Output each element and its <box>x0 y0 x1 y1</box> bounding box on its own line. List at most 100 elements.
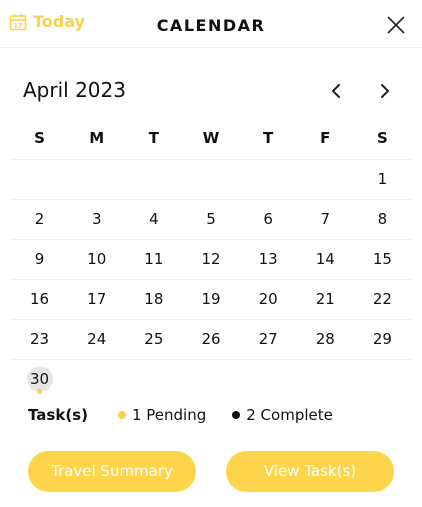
weekday-sat: S <box>377 129 388 147</box>
day-number: 15 <box>372 250 392 268</box>
calendar-day-12[interactable]: 12 <box>182 240 239 279</box>
calendar-day-10[interactable]: 10 <box>68 240 125 279</box>
close-button[interactable] <box>386 15 406 35</box>
calendar-day-1[interactable]: 1 <box>354 160 411 199</box>
task-legend: Task(s) 1 Pending 2 Complete <box>28 404 408 426</box>
day-number: 21 <box>315 290 335 308</box>
chevron-right-icon <box>381 84 389 98</box>
calendar-day-14[interactable]: 14 <box>297 240 354 279</box>
calendar-day-20[interactable]: 20 <box>240 280 297 319</box>
calendar-day-24[interactable]: 24 <box>68 320 125 359</box>
day-number: 13 <box>258 250 278 268</box>
calendar-day-7[interactable]: 7 <box>297 200 354 239</box>
calendar-grid: 1 2 3 4 5 6 7 8 9 10 11 12 13 14 15 16 17 18 19 20 21 22 23 24 2… <box>11 160 411 400</box>
day-number: 19 <box>201 290 221 308</box>
weekday-fri: F <box>320 129 331 147</box>
day-number: 16 <box>30 290 50 308</box>
day-number: 1 <box>377 170 388 188</box>
calendar-empty-cell <box>68 360 125 400</box>
day-number: 14 <box>315 250 335 268</box>
calendar-day-3[interactable]: 3 <box>68 200 125 239</box>
day-number: 3 <box>91 210 102 228</box>
day-number: 20 <box>258 290 278 308</box>
calendar-empty-cell <box>125 360 182 400</box>
calendar-empty-cell <box>297 160 354 199</box>
calendar-day-11[interactable]: 11 <box>125 240 182 279</box>
calendar-day-2[interactable]: 2 <box>11 200 68 239</box>
day-number: 25 <box>144 330 164 348</box>
calendar-empty-cell <box>182 160 239 199</box>
day-number: 10 <box>87 250 107 268</box>
calendar-day-9[interactable]: 9 <box>11 240 68 279</box>
weekday-mon: M <box>89 129 105 147</box>
calendar-day-21[interactable]: 21 <box>297 280 354 319</box>
calendar-week-row: 23 24 25 26 27 28 29 <box>11 320 411 360</box>
calendar-day-6[interactable]: 6 <box>240 200 297 239</box>
travel-summary-button[interactable]: Travel Summary <box>28 451 196 492</box>
legend-complete: 2 Complete <box>232 406 333 424</box>
calendar-day-25[interactable]: 25 <box>125 320 182 359</box>
task-indicator-dot <box>37 389 43 394</box>
day-number: 6 <box>263 210 273 228</box>
day-number: 12 <box>201 250 221 268</box>
calendar-day-4[interactable]: 4 <box>125 200 182 239</box>
chevron-left-icon <box>332 84 340 98</box>
weekday-thu: T <box>263 129 274 147</box>
calendar-week-row: 9 10 11 12 13 14 15 <box>11 240 411 280</box>
calendar-day-26[interactable]: 26 <box>182 320 239 359</box>
day-number: 8 <box>377 210 388 228</box>
calendar-empty-cell <box>354 360 411 400</box>
calendar-week-row: 30 <box>11 360 411 400</box>
day-number: 4 <box>149 210 159 228</box>
day-number: 11 <box>144 250 164 268</box>
calendar-day-22[interactable]: 22 <box>354 280 411 319</box>
day-number: 28 <box>315 330 335 348</box>
day-number: 17 <box>87 290 107 308</box>
day-number: 29 <box>372 330 392 348</box>
pending-dot-icon <box>117 411 126 419</box>
calendar-day-5[interactable]: 5 <box>182 200 239 239</box>
calendar-empty-cell <box>125 160 182 199</box>
month-label: April 2023 <box>23 78 126 102</box>
calendar-week-row: 2 3 4 5 6 7 8 <box>11 200 411 240</box>
calendar-week-row: 16 17 18 19 20 21 22 <box>11 280 411 320</box>
pending-label: 1 Pending <box>131 406 207 424</box>
calendar-day-27[interactable]: 27 <box>240 320 297 359</box>
calendar-day-17[interactable]: 17 <box>68 280 125 319</box>
calendar-day-29[interactable]: 29 <box>354 320 411 359</box>
complete-label: 2 Complete <box>246 406 333 424</box>
calendar-day-30[interactable]: 30 <box>11 360 68 400</box>
day-number: 23 <box>30 330 50 348</box>
calendar-empty-cell <box>68 160 125 199</box>
page-title: CALENDAR <box>156 16 266 35</box>
day-number: 2 <box>34 210 45 228</box>
calendar-empty-cell <box>11 160 68 199</box>
day-number: 5 <box>206 210 216 228</box>
calendar-day-23[interactable]: 23 <box>11 320 68 359</box>
calendar-day-16[interactable]: 16 <box>11 280 68 319</box>
weekday-wed: W <box>202 129 220 147</box>
day-number: 9 <box>34 250 45 268</box>
calendar-day-19[interactable]: 19 <box>182 280 239 319</box>
calendar-day-18[interactable]: 18 <box>125 280 182 319</box>
calendar-week-row: 1 <box>11 160 411 200</box>
day-number: 24 <box>87 330 107 348</box>
next-month-button[interactable] <box>374 80 396 102</box>
calendar-empty-cell <box>182 360 239 400</box>
previous-month-button[interactable] <box>325 80 347 102</box>
weekday-tue: T <box>148 129 159 147</box>
day-number: 22 <box>372 290 392 308</box>
legend-title: Task(s) <box>28 406 88 424</box>
weekday-header: S M T W T F S <box>11 124 411 160</box>
close-icon <box>387 16 405 34</box>
calendar-day-8[interactable]: 8 <box>354 200 411 239</box>
day-number: 27 <box>258 330 278 348</box>
calendar-empty-cell <box>240 160 297 199</box>
calendar-day-28[interactable]: 28 <box>297 320 354 359</box>
calendar-empty-cell <box>297 360 354 400</box>
calendar-empty-cell <box>240 360 297 400</box>
calendar-day-15[interactable]: 15 <box>354 240 411 279</box>
day-number: 18 <box>144 290 164 308</box>
view-tasks-button[interactable]: View Task(s) <box>226 451 394 492</box>
calendar-day-13[interactable]: 13 <box>240 240 297 279</box>
